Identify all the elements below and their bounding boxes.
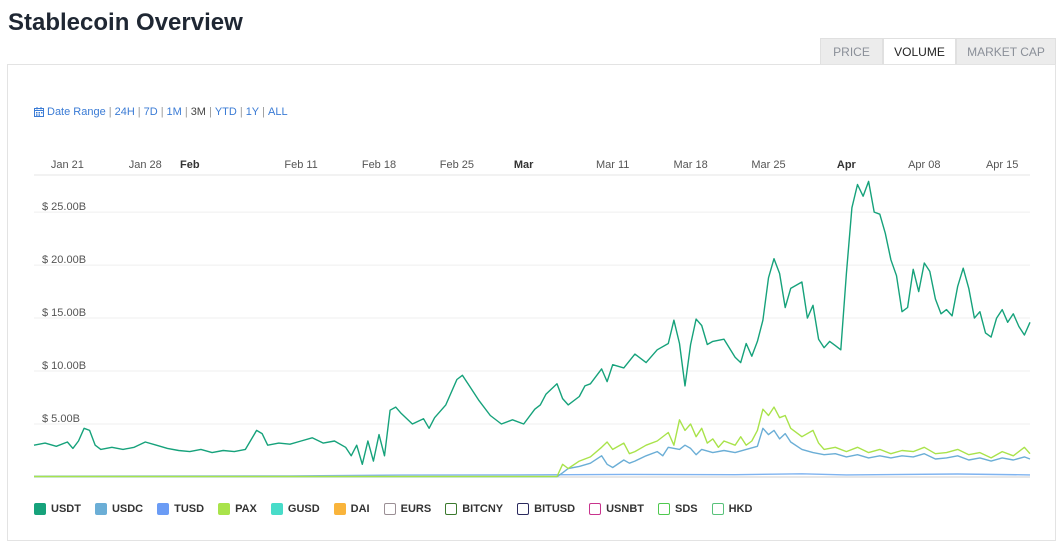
legend-swatch — [34, 503, 46, 515]
series-line-usdt — [33, 180, 1031, 465]
legend-swatch — [383, 503, 396, 515]
legend-item-tusd[interactable]: TUSD — [157, 503, 204, 515]
legend-item-eurs[interactable]: EURS — [383, 503, 432, 515]
x-tick-label: Feb — [180, 159, 200, 171]
legend-label: USDC — [111, 503, 144, 515]
x-tick-label: Feb 11 — [284, 159, 317, 171]
chart-legend: USDT USDC TUSD PAX GUSD DAI EURS BITCNY BITUSD US… — [34, 503, 766, 515]
legend-item-bitcny[interactable]: BITCNY — [445, 503, 503, 515]
y-tick-label: $ 10.00B — [42, 360, 86, 372]
legend-swatch — [517, 503, 530, 515]
y-tick-label: $ 15.00B — [42, 307, 86, 319]
x-tick-label: Jan 28 — [129, 159, 162, 171]
legend-label: BITCNY — [462, 503, 504, 515]
volume-chart: $ 5.00B $ 10.00B $ 15.00B $ 20.00B $ 25.00B J… — [33, 159, 1031, 478]
x-tick-label: Feb 25 — [440, 159, 474, 171]
x-tick-label: Mar 25 — [751, 159, 785, 171]
legend-item-usdt[interactable]: USDT — [34, 503, 81, 515]
legend-label: HKD — [728, 503, 753, 515]
y-tick-label: $ 20.00B — [42, 254, 86, 266]
legend-item-usdc[interactable]: USDC — [94, 503, 144, 515]
legend-swatch — [657, 503, 670, 515]
legend-label: GUSD — [287, 503, 320, 515]
legend-item-bitusd[interactable]: BITUSD — [517, 503, 575, 515]
legend-item-pax[interactable]: PAX — [218, 503, 257, 515]
chart-panel: Date Range | 24H | 7D | 1M | 3M | YTD | … — [7, 64, 1056, 541]
legend-label: USNBT — [606, 503, 644, 515]
legend-swatch — [270, 503, 283, 515]
legend-label: TUSD — [174, 503, 205, 515]
x-tick-label: Apr — [837, 159, 857, 171]
legend-swatch — [711, 503, 724, 515]
legend-label: BITUSD — [534, 503, 576, 515]
legend-label: USDT — [51, 503, 81, 515]
x-tick-label: Mar — [514, 159, 534, 171]
legend-item-gusd[interactable]: GUSD — [270, 503, 320, 515]
series-line-pax — [34, 406, 1031, 478]
tab-market-cap[interactable]: MARKET CAP — [956, 38, 1056, 65]
x-tick-label: Mar 18 — [673, 159, 707, 171]
legend-label: DAI — [350, 503, 370, 515]
y-tick-label: $ 25.00B — [42, 201, 86, 213]
legend-swatch — [333, 503, 346, 515]
page-title: Stablecoin Overview — [8, 9, 243, 36]
legend-swatch — [445, 503, 458, 515]
tab-volume[interactable]: VOLUME — [883, 38, 956, 65]
metric-tabs: PRICE VOLUME MARKET CAP — [820, 38, 1056, 65]
y-tick-label: $ 5.00B — [42, 413, 80, 425]
legend-label: PAX — [235, 503, 257, 515]
legend-item-sds[interactable]: SDS — [657, 503, 698, 515]
tab-price[interactable]: PRICE — [820, 38, 883, 65]
series-line-usdc — [34, 427, 1031, 478]
legend-label: EURS — [400, 503, 432, 515]
legend-swatch — [589, 503, 602, 515]
legend-swatch — [218, 503, 231, 515]
legend-swatch — [157, 503, 170, 515]
x-tick-label: Jan 21 — [51, 159, 84, 171]
legend-item-dai[interactable]: DAI — [333, 503, 370, 515]
x-tick-label: Feb 18 — [362, 159, 396, 171]
legend-label: SDS — [674, 503, 698, 515]
x-tick-label: Mar 11 — [596, 159, 629, 171]
x-tick-label: Apr 08 — [908, 159, 940, 171]
legend-item-hkd[interactable]: HKD — [711, 503, 753, 515]
x-tick-label: Apr 15 — [986, 159, 1018, 171]
legend-item-usnbt[interactable]: USNBT — [589, 503, 644, 515]
legend-swatch — [94, 503, 107, 515]
